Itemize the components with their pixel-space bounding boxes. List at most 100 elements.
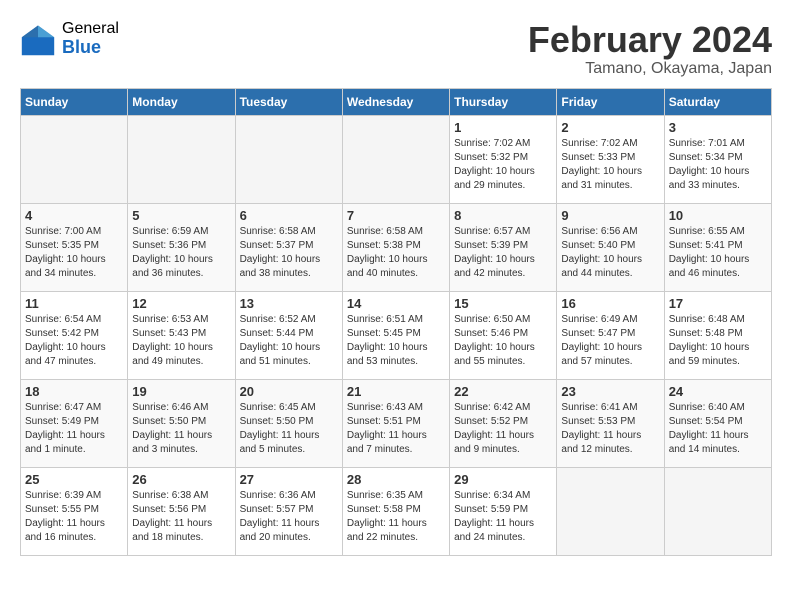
day-info: Sunrise: 7:00 AM Sunset: 5:35 PM Dayligh…: [25, 225, 123, 281]
logo-general: General: [62, 20, 119, 38]
day-info: Sunrise: 6:52 AM Sunset: 5:44 PM Dayligh…: [240, 313, 338, 369]
day-info: Sunrise: 6:45 AM Sunset: 5:50 PM Dayligh…: [240, 401, 338, 457]
calendar-cell: 7 Sunrise: 6:58 AM Sunset: 5:38 PM Daylig…: [342, 203, 449, 291]
day-info: Sunrise: 6:41 AM Sunset: 5:53 PM Dayligh…: [561, 401, 659, 457]
calendar-cell: 28 Sunrise: 6:35 AM Sunset: 5:58 PM Dayli…: [342, 467, 449, 555]
day-number: 20: [240, 384, 338, 399]
month-title: February 2024: [528, 20, 772, 60]
header-tuesday: Tuesday: [235, 88, 342, 115]
day-info: Sunrise: 7:01 AM Sunset: 5:34 PM Dayligh…: [669, 137, 767, 193]
day-info: Sunrise: 6:48 AM Sunset: 5:48 PM Dayligh…: [669, 313, 767, 369]
day-number: 13: [240, 296, 338, 311]
day-info: Sunrise: 6:46 AM Sunset: 5:50 PM Dayligh…: [132, 401, 230, 457]
day-info: Sunrise: 6:34 AM Sunset: 5:59 PM Dayligh…: [454, 489, 552, 545]
day-info: Sunrise: 6:56 AM Sunset: 5:40 PM Dayligh…: [561, 225, 659, 281]
day-info: Sunrise: 6:47 AM Sunset: 5:49 PM Dayligh…: [25, 401, 123, 457]
day-info: Sunrise: 6:40 AM Sunset: 5:54 PM Dayligh…: [669, 401, 767, 457]
day-info: Sunrise: 6:39 AM Sunset: 5:55 PM Dayligh…: [25, 489, 123, 545]
day-number: 2: [561, 120, 659, 135]
day-number: 12: [132, 296, 230, 311]
logo-text: GeneralBlue: [62, 20, 119, 57]
calendar-cell: [342, 115, 449, 203]
location-title: Tamano, Okayama, Japan: [528, 60, 772, 78]
day-number: 23: [561, 384, 659, 399]
calendar-cell: 16 Sunrise: 6:49 AM Sunset: 5:47 PM Dayli…: [557, 291, 664, 379]
day-number: 7: [347, 208, 445, 223]
header-monday: Monday: [128, 88, 235, 115]
header-wednesday: Wednesday: [342, 88, 449, 115]
calendar-cell: 6Sunrise: 6:58 AM Sunset: 5:37 PM Daylig…: [235, 203, 342, 291]
header-friday: Friday: [557, 88, 664, 115]
day-info: Sunrise: 6:58 AM Sunset: 5:38 PM Dayligh…: [347, 225, 445, 281]
calendar-cell: 12Sunrise: 6:53 AM Sunset: 5:43 PM Dayli…: [128, 291, 235, 379]
calendar-cell: 21 Sunrise: 6:43 AM Sunset: 5:51 PM Dayli…: [342, 379, 449, 467]
week-row-1: 4 Sunrise: 7:00 AM Sunset: 5:35 PM Daylig…: [21, 203, 772, 291]
calendar-cell: 8 Sunrise: 6:57 AM Sunset: 5:39 PM Daylig…: [450, 203, 557, 291]
calendar-cell: 2 Sunrise: 7:02 AM Sunset: 5:33 PM Daylig…: [557, 115, 664, 203]
day-info: Sunrise: 6:36 AM Sunset: 5:57 PM Dayligh…: [240, 489, 338, 545]
day-number: 4: [25, 208, 123, 223]
title-block: February 2024 Tamano, Okayama, Japan: [528, 20, 772, 78]
calendar-cell: 26Sunrise: 6:38 AM Sunset: 5:56 PM Dayli…: [128, 467, 235, 555]
calendar-cell: 9 Sunrise: 6:56 AM Sunset: 5:40 PM Daylig…: [557, 203, 664, 291]
calendar-cell: [21, 115, 128, 203]
calendar-cell: 24 Sunrise: 6:40 AM Sunset: 5:54 PM Dayli…: [664, 379, 771, 467]
day-info: Sunrise: 6:49 AM Sunset: 5:47 PM Dayligh…: [561, 313, 659, 369]
calendar-cell: 27 Sunrise: 6:36 AM Sunset: 5:57 PM Dayli…: [235, 467, 342, 555]
day-number: 24: [669, 384, 767, 399]
day-number: 19: [132, 384, 230, 399]
calendar-cell: [557, 467, 664, 555]
day-number: 27: [240, 472, 338, 487]
calendar-cell: 22 Sunrise: 6:42 AM Sunset: 5:52 PM Dayli…: [450, 379, 557, 467]
day-number: 8: [454, 208, 552, 223]
day-number: 5: [132, 208, 230, 223]
calendar-cell: 13 Sunrise: 6:52 AM Sunset: 5:44 PM Dayli…: [235, 291, 342, 379]
day-info: Sunrise: 6:43 AM Sunset: 5:51 PM Dayligh…: [347, 401, 445, 457]
calendar-cell: [664, 467, 771, 555]
calendar-cell: 19 Sunrise: 6:46 AM Sunset: 5:50 PM Dayli…: [128, 379, 235, 467]
day-number: 10: [669, 208, 767, 223]
day-number: 9: [561, 208, 659, 223]
day-info: Sunrise: 7:02 AM Sunset: 5:33 PM Dayligh…: [561, 137, 659, 193]
calendar-cell: 17Sunrise: 6:48 AM Sunset: 5:48 PM Dayli…: [664, 291, 771, 379]
header-saturday: Saturday: [664, 88, 771, 115]
calendar-cell: 15Sunrise: 6:50 AM Sunset: 5:46 PM Dayli…: [450, 291, 557, 379]
day-number: 18: [25, 384, 123, 399]
day-info: Sunrise: 6:38 AM Sunset: 5:56 PM Dayligh…: [132, 489, 230, 545]
day-info: Sunrise: 6:55 AM Sunset: 5:41 PM Dayligh…: [669, 225, 767, 281]
calendar-cell: 1 Sunrise: 7:02 AM Sunset: 5:32 PM Daylig…: [450, 115, 557, 203]
calendar-cell: 3 Sunrise: 7:01 AM Sunset: 5:34 PM Daylig…: [664, 115, 771, 203]
day-info: Sunrise: 7:02 AM Sunset: 5:32 PM Dayligh…: [454, 137, 552, 193]
header-sunday: Sunday: [21, 88, 128, 115]
day-number: 6: [240, 208, 338, 223]
day-info: Sunrise: 6:35 AM Sunset: 5:58 PM Dayligh…: [347, 489, 445, 545]
day-number: 3: [669, 120, 767, 135]
calendar-cell: 10 Sunrise: 6:55 AM Sunset: 5:41 PM Dayli…: [664, 203, 771, 291]
day-info: Sunrise: 6:54 AM Sunset: 5:42 PM Dayligh…: [25, 313, 123, 369]
calendar-cell: 11 Sunrise: 6:54 AM Sunset: 5:42 PM Dayli…: [21, 291, 128, 379]
day-number: 29: [454, 472, 552, 487]
calendar-cell: 29 Sunrise: 6:34 AM Sunset: 5:59 PM Dayli…: [450, 467, 557, 555]
calendar-cell: 20 Sunrise: 6:45 AM Sunset: 5:50 PM Dayli…: [235, 379, 342, 467]
calendar-cell: 4 Sunrise: 7:00 AM Sunset: 5:35 PM Daylig…: [21, 203, 128, 291]
day-info: Sunrise: 6:42 AM Sunset: 5:52 PM Dayligh…: [454, 401, 552, 457]
day-number: 16: [561, 296, 659, 311]
day-number: 25: [25, 472, 123, 487]
day-number: 22: [454, 384, 552, 399]
calendar-cell: 14Sunrise: 6:51 AM Sunset: 5:45 PM Dayli…: [342, 291, 449, 379]
day-number: 21: [347, 384, 445, 399]
calendar-table: SundayMondayTuesdayWednesdayThursdayFrid…: [20, 88, 772, 556]
week-row-2: 11 Sunrise: 6:54 AM Sunset: 5:42 PM Dayli…: [21, 291, 772, 379]
day-info: Sunrise: 6:57 AM Sunset: 5:39 PM Dayligh…: [454, 225, 552, 281]
calendar-cell: 18 Sunrise: 6:47 AM Sunset: 5:49 PM Dayli…: [21, 379, 128, 467]
day-number: 1: [454, 120, 552, 135]
day-info: Sunrise: 6:50 AM Sunset: 5:46 PM Dayligh…: [454, 313, 552, 369]
week-row-4: 25 Sunrise: 6:39 AM Sunset: 5:55 PM Dayli…: [21, 467, 772, 555]
week-row-0: 1 Sunrise: 7:02 AM Sunset: 5:32 PM Daylig…: [21, 115, 772, 203]
week-row-3: 18 Sunrise: 6:47 AM Sunset: 5:49 PM Dayli…: [21, 379, 772, 467]
day-number: 11: [25, 296, 123, 311]
day-info: Sunrise: 6:59 AM Sunset: 5:36 PM Dayligh…: [132, 225, 230, 281]
logo: GeneralBlue: [20, 20, 119, 57]
calendar-cell: [128, 115, 235, 203]
day-number: 28: [347, 472, 445, 487]
